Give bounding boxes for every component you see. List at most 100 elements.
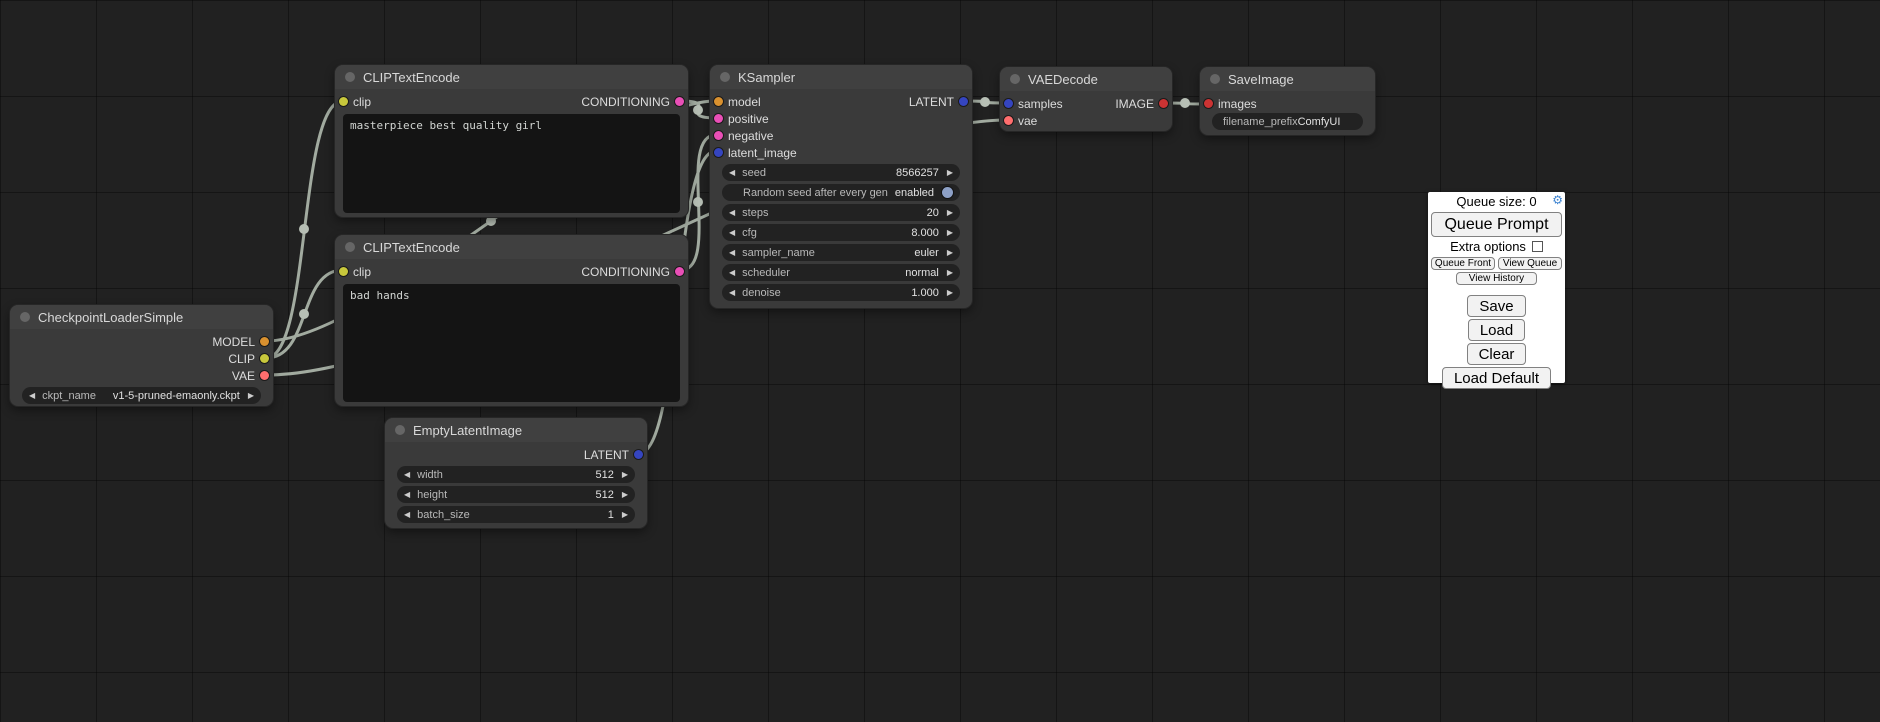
load-button[interactable]: Load: [1468, 319, 1525, 341]
clip-port-dot[interactable]: [339, 267, 348, 276]
widget-denoise[interactable]: ◀ denoise 1.000 ▶: [722, 284, 960, 301]
node-status-dot: [20, 312, 30, 322]
model-port-dot[interactable]: [714, 97, 723, 106]
increment-arrow-icon[interactable]: ▶: [622, 470, 628, 479]
clear-button[interactable]: Clear: [1467, 343, 1527, 365]
node-cliptextencode-negative[interactable]: CLIPTextEncode clip CONDITIONING bad han…: [335, 235, 688, 406]
widget-ckpt-name[interactable]: ◀ ckpt_name v1-5-pruned-emaonly.ckpt ▶: [22, 387, 261, 404]
node-ksampler[interactable]: KSampler model LATENT positive negative: [710, 65, 972, 308]
latent-port-dot[interactable]: [634, 450, 643, 459]
conditioning-port-dot[interactable]: [714, 131, 723, 140]
output-port-conditioning[interactable]: CONDITIONING: [581, 265, 684, 279]
decrement-arrow-icon[interactable]: ◀: [729, 168, 735, 177]
conditioning-port-dot[interactable]: [675, 267, 684, 276]
input-port-negative[interactable]: negative: [714, 129, 773, 143]
increment-arrow-icon[interactable]: ▶: [947, 228, 953, 237]
widget-filename-prefix[interactable]: filename_prefix ComfyUI: [1212, 113, 1363, 130]
input-port-model[interactable]: model: [714, 95, 761, 109]
decrement-arrow-icon[interactable]: ◀: [729, 268, 735, 277]
node-status-dot: [1010, 74, 1020, 84]
node-title-bar[interactable]: EmptyLatentImage: [385, 418, 647, 442]
input-port-images[interactable]: images: [1204, 97, 1257, 111]
positive-prompt-textarea[interactable]: masterpiece best quality girl: [343, 114, 680, 213]
view-queue-button[interactable]: View Queue: [1498, 257, 1562, 270]
conditioning-port-dot[interactable]: [675, 97, 684, 106]
increment-arrow-icon[interactable]: ▶: [248, 391, 254, 400]
input-port-samples[interactable]: samples: [1004, 97, 1063, 111]
widget-batch-size[interactable]: ◀ batch_size 1 ▶: [397, 506, 635, 523]
output-port-clip[interactable]: CLIP: [228, 352, 269, 366]
clip-port-dot[interactable]: [260, 354, 269, 363]
decrement-arrow-icon[interactable]: ◀: [729, 228, 735, 237]
decrement-arrow-icon[interactable]: ◀: [404, 470, 410, 479]
link-midpoint-dot: [693, 105, 703, 115]
image-port-dot[interactable]: [1204, 99, 1213, 108]
node-vaedecode[interactable]: VAEDecode samples IMAGE vae: [1000, 67, 1172, 131]
view-history-button[interactable]: View History: [1456, 272, 1537, 285]
link-midpoint-dot: [693, 197, 703, 207]
node-emptylatentimage[interactable]: EmptyLatentImage LATENT ◀ width 512 ▶ ◀ …: [385, 418, 647, 528]
output-port-model[interactable]: MODEL: [212, 335, 269, 349]
queue-prompt-button[interactable]: Queue Prompt: [1431, 212, 1562, 237]
increment-arrow-icon[interactable]: ▶: [947, 288, 953, 297]
clip-port-dot[interactable]: [339, 97, 348, 106]
input-port-vae[interactable]: vae: [1004, 114, 1037, 128]
output-port-latent[interactable]: LATENT: [584, 448, 643, 462]
decrement-arrow-icon[interactable]: ◀: [729, 248, 735, 257]
decrement-arrow-icon[interactable]: ◀: [404, 510, 410, 519]
negative-prompt-textarea[interactable]: bad hands: [343, 284, 680, 402]
output-port-latent[interactable]: LATENT: [909, 95, 968, 109]
latent-port-dot[interactable]: [714, 148, 723, 157]
increment-arrow-icon[interactable]: ▶: [947, 248, 953, 257]
node-title-bar[interactable]: CheckpointLoaderSimple: [10, 305, 273, 329]
input-port-positive[interactable]: positive: [714, 112, 769, 126]
node-title-bar[interactable]: KSampler: [710, 65, 972, 89]
increment-arrow-icon[interactable]: ▶: [622, 510, 628, 519]
vae-port-dot[interactable]: [260, 371, 269, 380]
conditioning-port-dot[interactable]: [714, 114, 723, 123]
link-midpoint-dot: [1180, 98, 1190, 108]
vae-port-dot[interactable]: [1004, 116, 1013, 125]
toggle-knob[interactable]: [942, 187, 953, 198]
image-port-dot[interactable]: [1159, 99, 1168, 108]
node-status-dot: [345, 242, 355, 252]
widget-height[interactable]: ◀ height 512 ▶: [397, 486, 635, 503]
node-checkpointloadersimple[interactable]: CheckpointLoaderSimple MODEL CLIP VAE ◀ …: [10, 305, 273, 406]
increment-arrow-icon[interactable]: ▶: [947, 208, 953, 217]
widget-random-seed-toggle[interactable]: Random seed after every gen enabled: [722, 184, 960, 201]
widget-cfg[interactable]: ◀ cfg 8.000 ▶: [722, 224, 960, 241]
latent-port-dot[interactable]: [959, 97, 968, 106]
node-title: VAEDecode: [1028, 72, 1098, 87]
decrement-arrow-icon[interactable]: ◀: [729, 288, 735, 297]
increment-arrow-icon[interactable]: ▶: [622, 490, 628, 499]
widget-sampler-name[interactable]: ◀ sampler_name euler ▶: [722, 244, 960, 261]
widget-width[interactable]: ◀ width 512 ▶: [397, 466, 635, 483]
node-title-bar[interactable]: CLIPTextEncode: [335, 235, 688, 259]
save-button[interactable]: Save: [1467, 295, 1525, 317]
extra-options-checkbox[interactable]: [1532, 241, 1543, 252]
node-saveimage[interactable]: SaveImage images filename_prefix ComfyUI: [1200, 67, 1375, 135]
decrement-arrow-icon[interactable]: ◀: [729, 208, 735, 217]
widget-seed[interactable]: ◀ seed 8566257 ▶: [722, 164, 960, 181]
increment-arrow-icon[interactable]: ▶: [947, 168, 953, 177]
node-title-bar[interactable]: SaveImage: [1200, 67, 1375, 91]
increment-arrow-icon[interactable]: ▶: [947, 268, 953, 277]
latent-port-dot[interactable]: [1004, 99, 1013, 108]
settings-gear-icon[interactable]: ⚙: [1552, 193, 1563, 207]
input-port-clip[interactable]: clip: [339, 95, 371, 109]
input-port-latent-image[interactable]: latent_image: [714, 146, 797, 160]
model-port-dot[interactable]: [260, 337, 269, 346]
output-port-image[interactable]: IMAGE: [1115, 97, 1168, 111]
input-port-clip[interactable]: clip: [339, 265, 371, 279]
queue-front-button[interactable]: Queue Front: [1431, 257, 1495, 270]
node-title-bar[interactable]: CLIPTextEncode: [335, 65, 688, 89]
output-port-vae[interactable]: VAE: [232, 369, 269, 383]
node-cliptextencode-positive[interactable]: CLIPTextEncode clip CONDITIONING masterp…: [335, 65, 688, 217]
widget-steps[interactable]: ◀ steps 20 ▶: [722, 204, 960, 221]
decrement-arrow-icon[interactable]: ◀: [29, 391, 35, 400]
load-default-button[interactable]: Load Default: [1442, 367, 1551, 389]
node-title-bar[interactable]: VAEDecode: [1000, 67, 1172, 91]
widget-scheduler[interactable]: ◀ scheduler normal ▶: [722, 264, 960, 281]
decrement-arrow-icon[interactable]: ◀: [404, 490, 410, 499]
output-port-conditioning[interactable]: CONDITIONING: [581, 95, 684, 109]
